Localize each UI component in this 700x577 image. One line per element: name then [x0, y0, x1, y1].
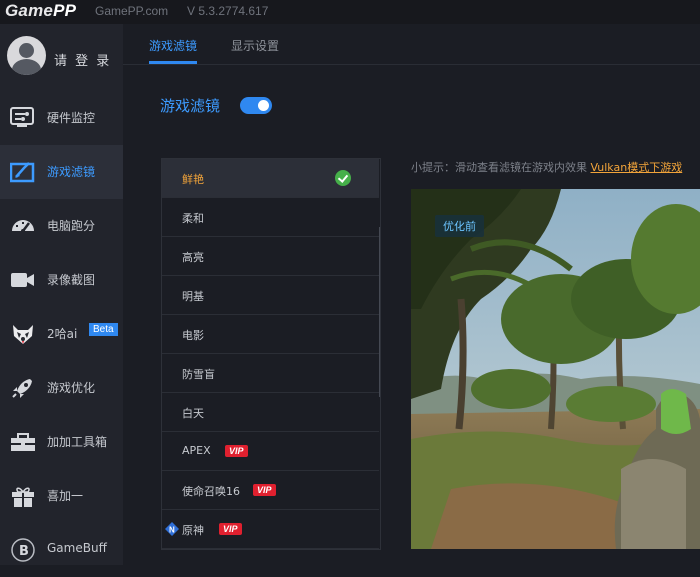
- toolbox-icon: [11, 433, 35, 451]
- sidebar-item-label: 喜加一: [47, 489, 84, 503]
- filter-label: 白天: [182, 407, 204, 420]
- filter-label: 电影: [182, 329, 204, 342]
- list-scrollbar[interactable]: [379, 227, 380, 397]
- check-icon: [335, 170, 351, 186]
- sidebar-item-game-optimize[interactable]: 游戏优化: [0, 361, 123, 415]
- feature-title: 游戏滤镜: [160, 97, 221, 115]
- sidebar-item-label: 录像截图: [47, 273, 96, 287]
- sidebar-item-label: 游戏滤镜: [47, 165, 96, 179]
- benchmark-gauge-icon: [12, 220, 34, 233]
- list-item[interactable]: 柔和: [162, 198, 379, 237]
- new-n-icon: N: [165, 522, 179, 536]
- sidebar-item-game-filter[interactable]: 游戏滤镜: [0, 145, 123, 199]
- list-item[interactable]: 使命召唤16 VIP: [162, 471, 379, 510]
- sidebar-item-toolbox[interactable]: 加加工具箱: [0, 415, 123, 469]
- tab-game-filter[interactable]: 游戏滤镜: [149, 37, 197, 54]
- sidebar: 请 登 录 硬件监控 游戏滤镜 电脑跑分 录像截图 2哈ai Beta 游戏优化…: [0, 24, 123, 565]
- game-scene-illustration: [411, 189, 700, 549]
- avatar[interactable]: [7, 36, 46, 75]
- filter-preview-image[interactable]: 优化前: [411, 189, 700, 549]
- sidebar-item-label: 游戏优化: [47, 381, 96, 395]
- sidebar-item-free-games[interactable]: 喜加一: [0, 469, 123, 523]
- vip-badge: VIP: [219, 523, 242, 535]
- active-tab-indicator: [149, 61, 197, 64]
- filter-label: 原神: [182, 524, 204, 537]
- svg-text:N: N: [169, 526, 175, 535]
- before-optimization-label: 优化前: [435, 215, 484, 237]
- login-area[interactable]: 请 登 录: [0, 24, 123, 96]
- app-logo: GamePP: [5, 1, 77, 20]
- list-item[interactable]: 明基: [162, 276, 379, 315]
- filter-enable-toggle[interactable]: [240, 97, 272, 114]
- login-label[interactable]: 请 登 录: [54, 50, 111, 69]
- hint-text: 小提示：滑动查看滤镜在游戏内效果 Vulkan模式下游戏: [411, 161, 683, 174]
- husky-icon: [13, 325, 33, 344]
- title-bar: GamePP GamePP.com V 5.3.2774.617: [0, 0, 700, 24]
- version-label: V 5.3.2774.617: [187, 4, 269, 18]
- video-camera-icon: [11, 273, 34, 287]
- gamebuff-logo-icon: B: [11, 538, 35, 562]
- sidebar-item-2ha-ai[interactable]: 2哈ai Beta: [0, 307, 123, 361]
- sidebar-item-label: 电脑跑分: [47, 219, 96, 233]
- tab-display-settings[interactable]: 显示设置: [231, 37, 279, 54]
- sidebar-item-hardware-monitor[interactable]: 硬件监控: [0, 91, 123, 145]
- list-item[interactable]: N 原神 VIP: [162, 510, 379, 549]
- top-tabs: 游戏滤镜 显示设置: [123, 24, 700, 65]
- vulkan-link[interactable]: Vulkan模式下游戏: [591, 161, 683, 174]
- filter-label: 柔和: [182, 212, 204, 225]
- website-label: GamePP.com: [95, 4, 169, 18]
- list-item[interactable]: 高亮: [162, 237, 379, 276]
- filter-label: 明基: [182, 290, 204, 303]
- sidebar-item-gamebuff[interactable]: B GameBuff: [0, 523, 123, 577]
- sidebar-item-label: GameBuff: [47, 541, 107, 555]
- game-filter-icon: [10, 162, 35, 183]
- filter-label: APEX: [182, 444, 211, 457]
- hardware-monitor-icon: [10, 107, 34, 127]
- filter-label: 使命召唤16: [182, 485, 240, 498]
- filter-label: 防雪盲: [182, 368, 215, 381]
- vip-badge: VIP: [253, 484, 276, 496]
- sidebar-item-recording[interactable]: 录像截图: [0, 253, 123, 307]
- filter-label: 鲜艳: [182, 173, 204, 186]
- filter-list: 鲜艳 柔和 高亮 明基 电影 防雪盲 白天 APEX VIP 使命召唤16 VI…: [161, 158, 381, 550]
- list-item[interactable]: APEX VIP: [162, 432, 379, 471]
- vip-badge: VIP: [225, 445, 248, 457]
- sidebar-item-label: 2哈ai: [47, 327, 78, 341]
- beta-badge: Beta: [89, 323, 118, 336]
- list-item[interactable]: 防雪盲: [162, 354, 379, 393]
- sidebar-item-benchmark[interactable]: 电脑跑分: [0, 199, 123, 253]
- sidebar-item-label: 硬件监控: [47, 111, 96, 125]
- svg-text:B: B: [19, 544, 29, 559]
- filter-label: 高亮: [182, 251, 204, 264]
- list-item[interactable]: 白天: [162, 393, 379, 432]
- list-item-vivid[interactable]: 鲜艳: [162, 159, 379, 198]
- sidebar-item-label: 加加工具箱: [47, 435, 108, 449]
- list-item[interactable]: 电影: [162, 315, 379, 354]
- rocket-icon: [12, 379, 32, 398]
- gift-icon: [12, 487, 34, 507]
